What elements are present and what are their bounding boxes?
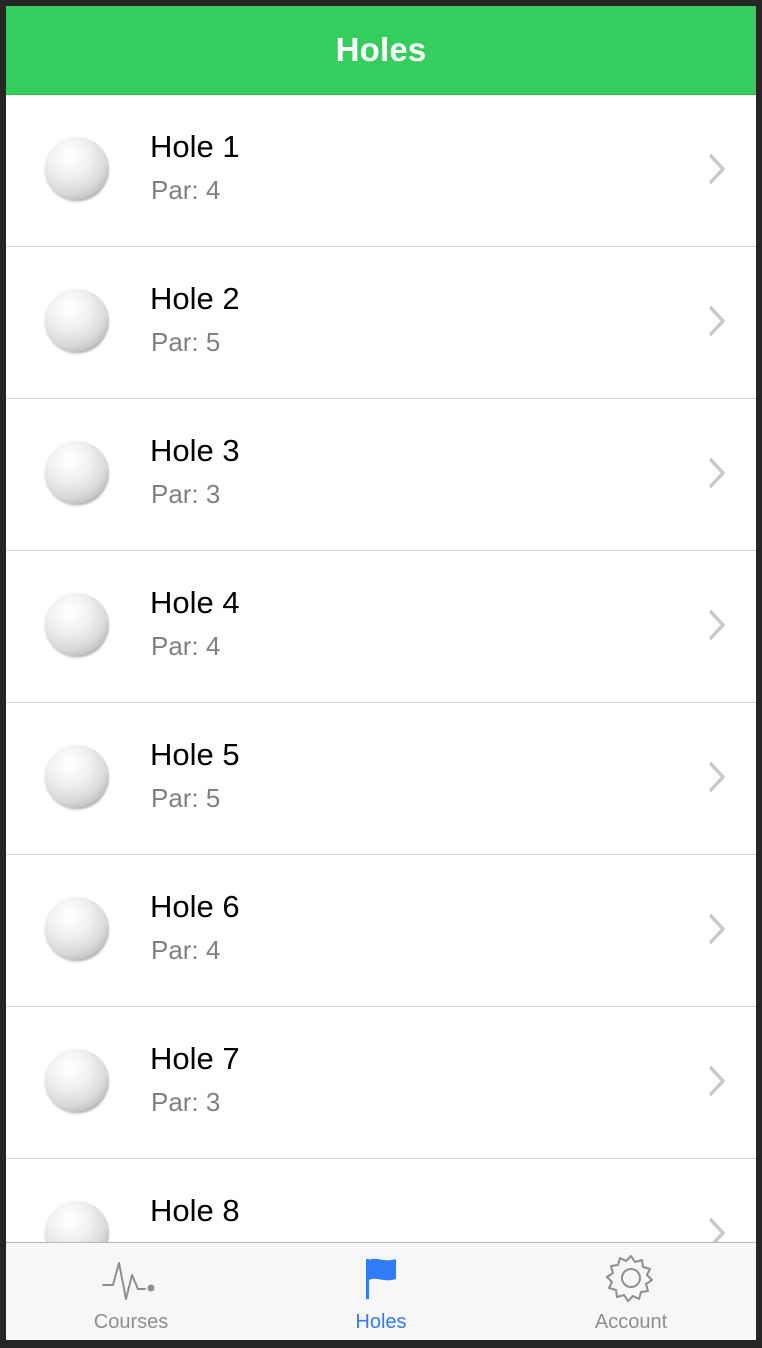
chevron-right-icon xyxy=(709,458,725,488)
chevron-right-icon xyxy=(709,154,725,184)
list-item-hole-2[interactable]: Hole 2 Par: 5 xyxy=(6,247,756,399)
flag-icon xyxy=(361,1251,401,1305)
tab-account[interactable]: Account xyxy=(506,1243,756,1340)
golf-ball-icon xyxy=(45,441,109,505)
hole-par: Par: 3 xyxy=(151,1087,221,1117)
hole-name: Hole 5 xyxy=(150,737,240,772)
list-item-hole-8[interactable]: Hole 8 xyxy=(6,1159,756,1243)
chevron-right-icon xyxy=(709,1066,725,1096)
tab-courses[interactable]: Courses xyxy=(6,1243,256,1340)
app-screen: Holes Hole 1 Par: 4 Hole 2 Par: 5 Hole 3… xyxy=(6,6,756,1340)
golf-ball-icon xyxy=(45,745,109,809)
hole-par: Par: 4 xyxy=(151,935,221,965)
hole-par: Par: 4 xyxy=(151,631,221,661)
hole-name: Hole 1 xyxy=(150,129,240,164)
chevron-right-icon xyxy=(709,914,725,944)
hole-name: Hole 7 xyxy=(150,1041,240,1076)
hole-name: Hole 2 xyxy=(150,281,240,316)
chevron-right-icon xyxy=(709,610,725,640)
list-item-hole-4[interactable]: Hole 4 Par: 4 xyxy=(6,551,756,703)
navigation-bar: Holes xyxy=(6,6,756,95)
chevron-right-icon xyxy=(709,306,725,336)
hole-par: Par: 3 xyxy=(151,479,221,509)
golf-ball-icon xyxy=(45,289,109,353)
tab-label: Courses xyxy=(93,1311,169,1333)
chevron-right-icon xyxy=(709,762,725,792)
tab-label: Account xyxy=(594,1311,668,1333)
golf-ball-icon xyxy=(45,1049,109,1113)
tab-holes[interactable]: Holes xyxy=(256,1243,506,1340)
hole-name: Hole 6 xyxy=(150,889,240,924)
list-item-hole-6[interactable]: Hole 6 Par: 4 xyxy=(6,855,756,1007)
golf-ball-icon xyxy=(45,593,109,657)
hole-par: Par: 5 xyxy=(151,783,221,813)
page-title: Holes xyxy=(335,31,427,68)
hole-name: Hole 8 xyxy=(150,1193,240,1228)
list-item-hole-5[interactable]: Hole 5 Par: 5 xyxy=(6,703,756,855)
tab-label: Holes xyxy=(355,1311,407,1333)
hole-par: Par: 5 xyxy=(151,327,221,357)
golf-ball-icon xyxy=(45,897,109,961)
gear-icon xyxy=(605,1251,657,1305)
pulse-icon xyxy=(101,1251,161,1305)
tab-bar: Courses Holes Account xyxy=(6,1242,756,1340)
holes-list[interactable]: Hole 1 Par: 4 Hole 2 Par: 5 Hole 3 Par: … xyxy=(6,95,756,1243)
hole-name: Hole 3 xyxy=(150,433,240,468)
golf-ball-icon xyxy=(45,1201,109,1243)
golf-ball-icon xyxy=(45,137,109,201)
list-item-hole-7[interactable]: Hole 7 Par: 3 xyxy=(6,1007,756,1159)
chevron-right-icon xyxy=(709,1218,725,1243)
list-item-hole-3[interactable]: Hole 3 Par: 3 xyxy=(6,399,756,551)
list-item-hole-1[interactable]: Hole 1 Par: 4 xyxy=(6,95,756,247)
hole-name: Hole 4 xyxy=(150,585,240,620)
hole-par: Par: 4 xyxy=(151,175,221,205)
